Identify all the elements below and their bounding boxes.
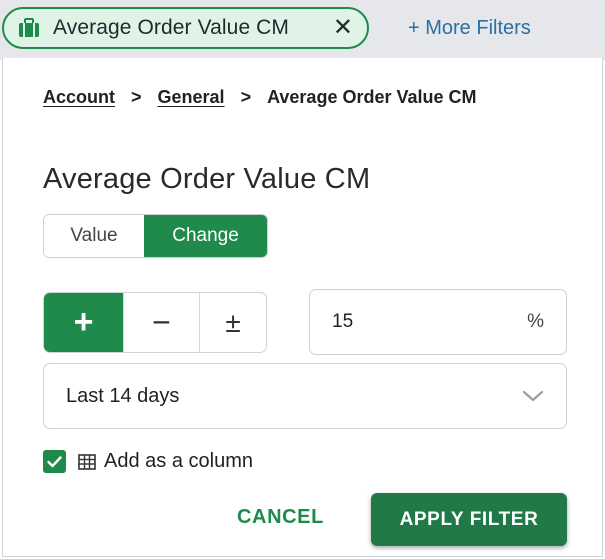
period-select-value: Last 14 days [66,384,180,407]
breadcrumb-separator: > [131,87,142,107]
add-column-checkbox[interactable] [43,450,66,473]
breadcrumb-general[interactable]: General [158,87,225,108]
breadcrumb-account[interactable]: Account [43,87,115,108]
filter-bar: Average Order Value CM ✕ + More Filters [0,0,605,60]
add-column-row: Add as a column [43,450,253,473]
operator-group: + − ± [43,292,267,353]
plus-button[interactable]: + [44,293,124,352]
minus-button[interactable]: − [124,293,200,352]
briefcase-icon [19,18,39,37]
plus-minus-button[interactable]: ± [200,293,266,352]
chevron-down-icon [522,390,544,402]
toggle-change-option[interactable]: Change [144,215,267,257]
change-value-field[interactable]: 15 % [309,289,567,355]
filter-panel: Account > General > Average Order Value … [2,58,603,557]
close-icon[interactable]: ✕ [333,15,353,41]
table-icon [78,453,96,470]
toggle-value-option[interactable]: Value [44,215,144,257]
checkmark-icon [47,455,62,467]
page-title: Average Order Value CM [43,163,371,195]
mode-toggle: Value Change [43,214,268,258]
cancel-button[interactable]: CANCEL [237,506,324,529]
percent-unit: % [527,311,544,332]
breadcrumb-separator: > [240,87,252,107]
filter-chip-label: Average Order Value CM [53,16,290,39]
period-select[interactable]: Last 14 days [43,363,567,429]
change-value-text: 15 [332,311,354,332]
breadcrumb-current: Average Order Value CM [267,87,477,107]
apply-filter-button[interactable]: APPLY FILTER [371,493,567,546]
more-filters-link[interactable]: + More Filters [408,17,531,40]
active-filter-chip[interactable]: Average Order Value CM ✕ [2,7,369,49]
breadcrumb: Account > General > Average Order Value … [43,87,477,108]
add-column-label: Add as a column [104,450,253,472]
